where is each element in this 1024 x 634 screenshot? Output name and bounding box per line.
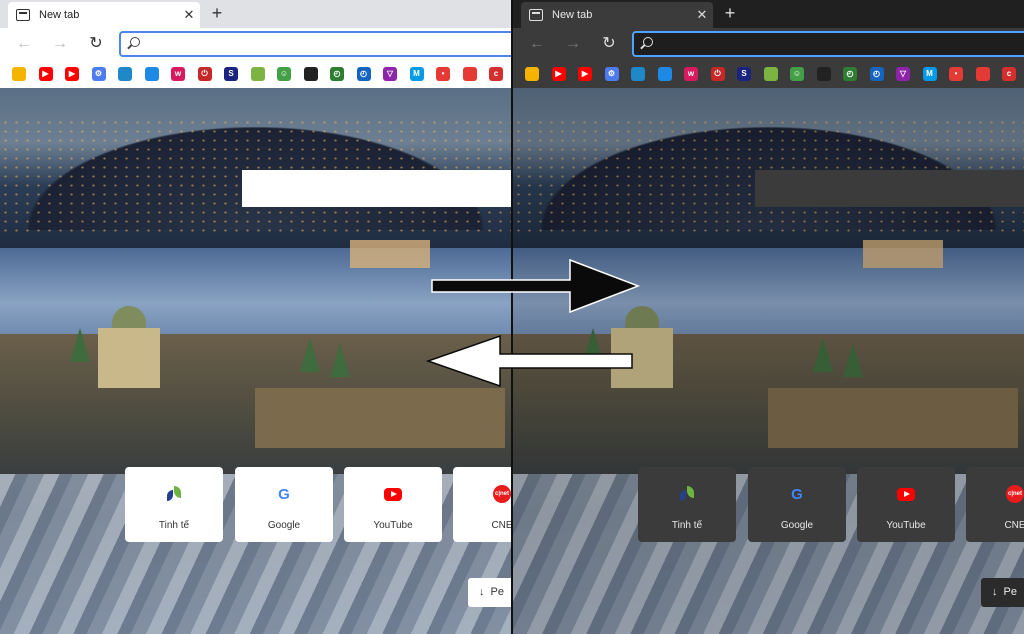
tile-label: Google [780,520,814,531]
arrow-down-icon: ↓ [479,586,485,598]
new-tab-button[interactable]: + [721,4,739,22]
tab-strip: New tab ✕ + [0,0,511,28]
new-tab-page-icon [16,9,30,21]
tile-google[interactable]: G Google [748,467,846,542]
smiley-icon[interactable]: ☺ [790,67,804,81]
tab-strip: New tab ✕ + [513,0,1024,28]
cnet-icon[interactable]: c [489,67,503,81]
v-icon[interactable]: ▽ [383,67,397,81]
news-icon[interactable]: • [436,67,450,81]
w-icon[interactable]: w [684,67,698,81]
address-bar[interactable] [632,31,1024,57]
search-icon [643,37,653,47]
tile-label: YouTube [373,520,413,531]
power-icon[interactable]: ⏻ [710,67,725,81]
tile-label: Tinh tế [671,520,703,531]
search-box[interactable] [755,170,1024,207]
tile-google[interactable]: G Google [235,467,333,542]
bridge-icon[interactable] [631,67,645,81]
v-icon[interactable]: ▽ [896,67,910,81]
tinhte-icon [678,485,696,503]
clock-icon[interactable]: ◴ [843,67,857,81]
search-icon [130,37,140,47]
top-sites: Tinh tế G Google YouTube c|net CNE [638,467,1024,543]
tab-new-tab[interactable]: New tab ✕ [8,2,200,28]
forward-button[interactable]: → [563,34,583,54]
personalized-feed-button[interactable]: ↓ Pe [468,578,511,607]
tile-tinhte[interactable]: Tinh tế [638,467,736,542]
clock-icon[interactable]: ◴ [869,67,884,81]
tile-tinhte[interactable]: Tinh tế [125,467,223,542]
tile-youtube[interactable]: YouTube [857,467,955,542]
bird-icon[interactable] [816,67,831,81]
windows-icon[interactable] [144,67,159,81]
tile-cnet[interactable]: c|net CNE [453,467,511,542]
tile-youtube[interactable]: YouTube [344,467,442,542]
apple-icon[interactable] [975,67,990,81]
clock-icon[interactable]: ◴ [356,67,371,81]
address-bar[interactable] [119,31,511,57]
youtube-icon[interactable]: ▶ [65,67,79,81]
personalized-feed-button[interactable]: ↓ Pe [981,578,1024,607]
bridge-icon[interactable] [118,67,132,81]
back-button[interactable]: ← [14,34,34,54]
cnet-icon: c|net [493,485,511,503]
clock-icon[interactable]: ◴ [330,67,344,81]
bird-icon[interactable] [303,67,318,81]
news-icon[interactable]: • [949,67,963,81]
reload-button[interactable]: ↻ [599,34,619,54]
tile-cnet[interactable]: c|net CNE [966,467,1024,542]
tab-new-tab[interactable]: New tab ✕ [521,2,713,28]
favorites-bar: ▶ ▶ ⚙ w ⏻ S ☺ ◴ ◴ ▽ M • c [513,60,1024,88]
m-icon[interactable]: M [922,67,937,81]
cnet-icon: c|net [1006,485,1024,503]
arrow-down-icon: ↓ [992,586,998,598]
close-tab-icon[interactable]: ✕ [693,7,711,23]
tile-label: Google [267,520,301,531]
back-button[interactable]: ← [527,34,547,54]
new-tab-button[interactable]: + [208,4,226,22]
tab-title: New tab [39,9,80,21]
forward-button[interactable]: → [50,34,70,54]
tab-title: New tab [552,9,593,21]
tile-label: Tinh tế [158,520,190,531]
youtube-icon[interactable]: ▶ [578,67,592,81]
tinhte-icon [165,485,183,503]
youtube-icon[interactable]: ▶ [38,67,53,81]
favorites-bar: ▶ ▶ ⚙ w ⏻ S ☺ ◴ ◴ ▽ M • c [0,60,511,88]
google-icon: G [791,485,803,503]
s-icon[interactable]: S [224,67,238,81]
s-icon[interactable]: S [737,67,751,81]
dark-theme-browser: Tinh tế G Google YouTube c|net CNE ↓ Pe N… [513,0,1024,634]
android-icon[interactable] [250,67,265,81]
youtube-icon[interactable]: ▶ [551,67,566,81]
youtube-icon [897,485,915,503]
youtube-icon [384,485,402,503]
light-theme-browser: Tinh tế G Google YouTube c|net CNE ↓ Pe N… [0,0,511,634]
tile-label: CNE [491,520,511,531]
windows-icon[interactable] [657,67,672,81]
gear-icon[interactable]: ⚙ [91,67,106,81]
pinwheel-icon[interactable] [525,67,539,81]
top-sites: Tinh tế G Google YouTube c|net CNE [125,467,511,543]
navigation-bar: ← → ↻ [0,28,511,60]
pinwheel-icon[interactable] [12,67,26,81]
m-icon[interactable]: M [409,67,424,81]
power-icon[interactable]: ⏻ [197,67,212,81]
search-box[interactable] [242,170,511,207]
tile-label: CNE [1004,520,1024,531]
android-icon[interactable] [763,67,778,81]
gear-icon[interactable]: ⚙ [604,67,619,81]
google-icon: G [278,485,290,503]
tile-label: YouTube [886,520,926,531]
close-tab-icon[interactable]: ✕ [180,7,198,23]
comparison-stage: Tinh tế G Google YouTube c|net CNE ↓ Pe N… [0,0,1024,634]
apple-icon[interactable] [462,67,477,81]
navigation-bar: ← → ↻ [513,28,1024,60]
cnet-icon[interactable]: c [1002,67,1016,81]
new-tab-page-icon [529,9,543,21]
w-icon[interactable]: w [171,67,185,81]
reload-button[interactable]: ↻ [86,34,106,54]
smiley-icon[interactable]: ☺ [277,67,291,81]
